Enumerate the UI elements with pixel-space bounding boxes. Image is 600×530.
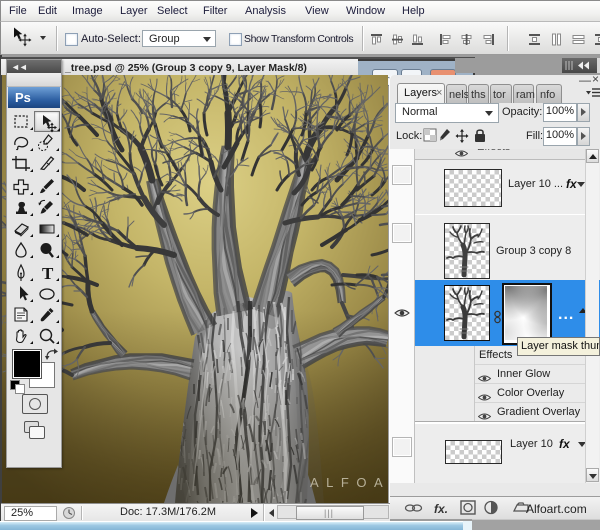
svg-text:T: T [42, 264, 54, 283]
svg-text:fx.: fx. [434, 502, 448, 516]
svg-text:ALFOA: ALFOA [310, 475, 388, 490]
svg-text:Alfoart.com: Alfoart.com [526, 502, 587, 516]
